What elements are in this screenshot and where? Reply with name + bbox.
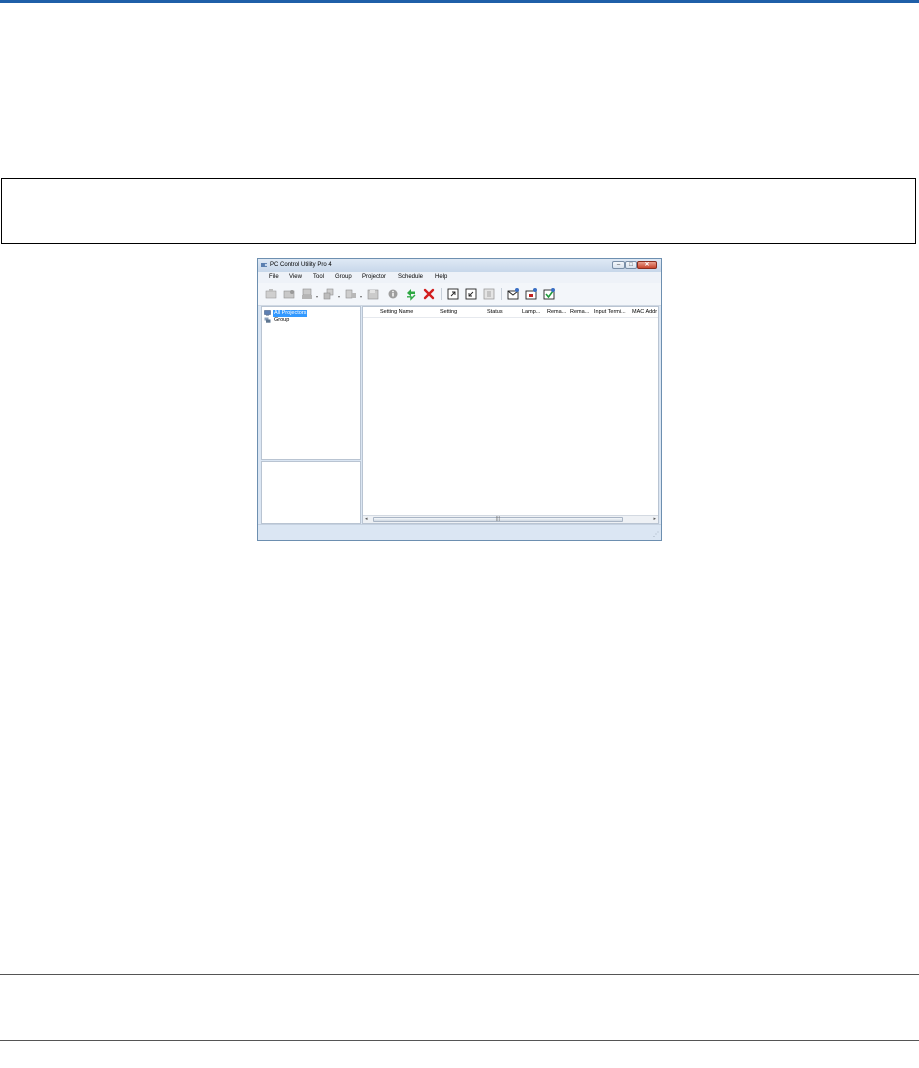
export-icon[interactable] [446,287,460,301]
group-folder-icon [264,317,271,323]
column-header-lamp[interactable]: Lamp... [522,309,540,315]
toolbar: ▾ ▾ ▾ [258,283,661,306]
menu-tool[interactable]: Tool [313,274,324,280]
tree-item-label: All Projectors [273,310,308,317]
close-icon: ✕ [644,262,650,268]
scrollbar-grip-icon: ||| [496,516,500,522]
dropdown-arrow-icon[interactable]: ▾ [360,294,363,299]
note-box [1,178,916,244]
column-header-status[interactable]: Status [487,309,503,315]
projector-group-icon [264,310,271,316]
tree-item-label: Group [274,317,290,323]
column-header-setting-name[interactable]: Setting Name [380,309,413,315]
scroll-left-icon[interactable]: ◂ [365,516,368,523]
network-icon[interactable] [344,287,358,301]
footer-rule-bottom [0,1040,919,1041]
page-icon[interactable] [482,287,496,301]
menu-view[interactable]: View [289,274,302,280]
minimize-icon: – [616,262,621,268]
status-bar: ⋰ [258,524,661,540]
menu-help[interactable]: Help [435,274,447,280]
calendar-icon[interactable] [524,287,538,301]
header-divider [363,317,658,318]
title-bar: PC Control Utility Pro 4 – □ ✕ [258,259,661,272]
detail-pane [261,461,361,524]
horizontal-scrollbar[interactable]: ◂ ||| ▸ [363,515,658,523]
resize-grip-icon[interactable]: ⋰ [653,531,659,538]
dropdown-arrow-icon[interactable]: ▾ [338,294,341,299]
app-icon [261,262,268,268]
scrollbar-thumb[interactable]: ||| [373,516,623,522]
window-title: PC Control Utility Pro 4 [270,262,332,268]
maximize-icon: □ [629,262,633,268]
application-window: PC Control Utility Pro 4 – □ ✕ File View… [257,258,662,541]
menu-bar: File View Tool Group Projector Schedule … [258,272,661,283]
group-icon[interactable] [322,287,336,301]
toolbar-separator [441,288,442,300]
column-header-input-terminal[interactable]: Input Termi... [594,309,626,315]
column-header-remaining-1[interactable]: Rema... [547,309,566,315]
scroll-right-icon[interactable]: ▸ [653,516,656,523]
column-header-remaining-2[interactable]: Rema... [570,309,589,315]
menu-file[interactable]: File [269,274,279,280]
import-icon[interactable] [464,287,478,301]
mail-icon[interactable] [506,287,520,301]
delete-icon[interactable] [422,287,436,301]
maximize-button[interactable]: □ [625,261,637,269]
check-icon[interactable] [542,287,556,301]
projector-icon[interactable] [300,287,314,301]
top-accent-rule [0,0,919,3]
save-icon[interactable] [366,287,380,301]
toolbar-separator [501,288,502,300]
column-header-setting[interactable]: Setting [440,309,457,315]
folder-icon[interactable] [282,287,296,301]
footer-rule-top [0,974,919,975]
minimize-button[interactable]: – [612,261,625,269]
column-header-mac-address[interactable]: MAC Addr [632,309,657,315]
projector-list: Setting Name Setting Status Lamp... Rema… [362,306,659,524]
dropdown-arrow-icon[interactable]: ▾ [316,294,319,299]
monitor-icon[interactable] [264,287,278,301]
projector-tree: All Projectors Group [261,306,361,460]
menu-schedule[interactable]: Schedule [398,274,423,280]
close-button[interactable]: ✕ [637,261,657,269]
menu-group[interactable]: Group [335,274,352,280]
info-icon[interactable] [386,287,400,301]
menu-projector[interactable]: Projector [362,274,386,280]
refresh-icon[interactable] [404,287,418,301]
